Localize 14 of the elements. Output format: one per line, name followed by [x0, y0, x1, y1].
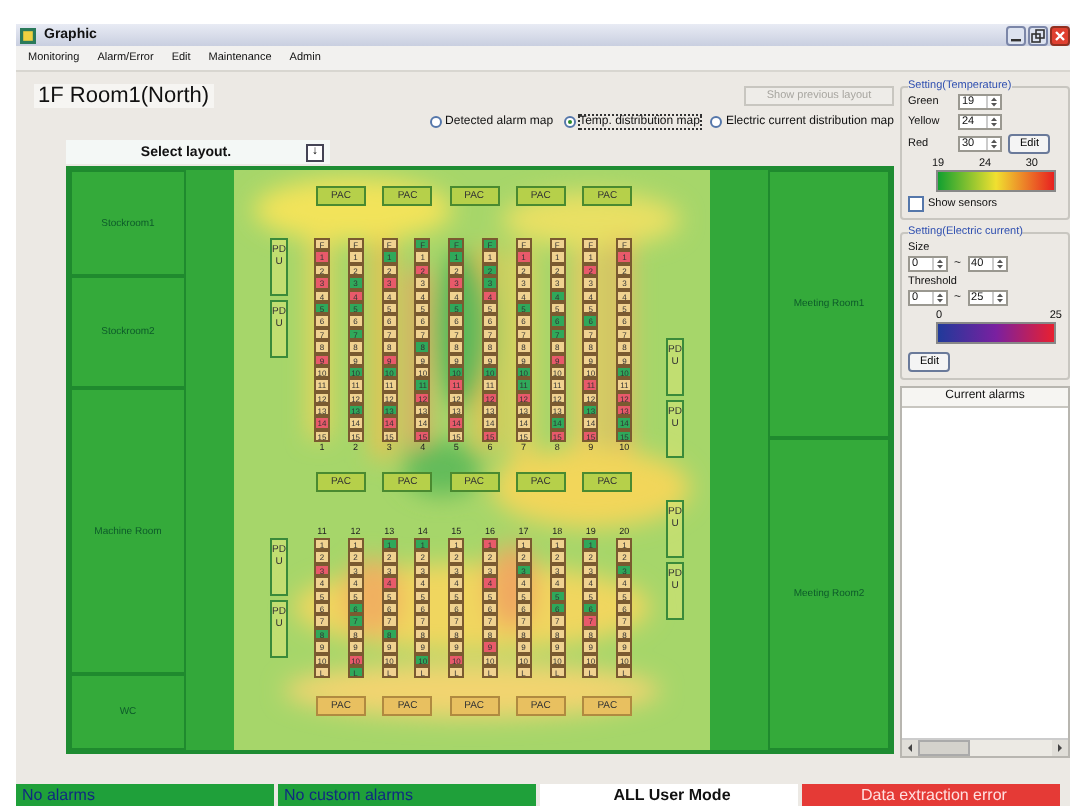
minimize-icon[interactable]: [1006, 25, 1026, 45]
current-color-scale: [936, 322, 1056, 344]
horizontal-scrollbar[interactable]: [902, 738, 1068, 756]
room-title: 1F Room1(North): [34, 84, 214, 108]
status-indicator: Data extraction error: [802, 784, 1060, 806]
status-indicator: No custom alarms: [278, 784, 536, 806]
scroll-right-icon[interactable]: [1052, 740, 1068, 756]
status-indicator: No alarms: [16, 784, 274, 806]
temperature-color-scale: [936, 170, 1056, 192]
close-icon[interactable]: [1050, 25, 1070, 45]
status-indicator: ALL User Mode: [540, 784, 798, 806]
scroll-left-icon[interactable]: [902, 740, 918, 756]
app-icon: [20, 27, 36, 43]
restore-icon[interactable]: [1028, 25, 1048, 45]
